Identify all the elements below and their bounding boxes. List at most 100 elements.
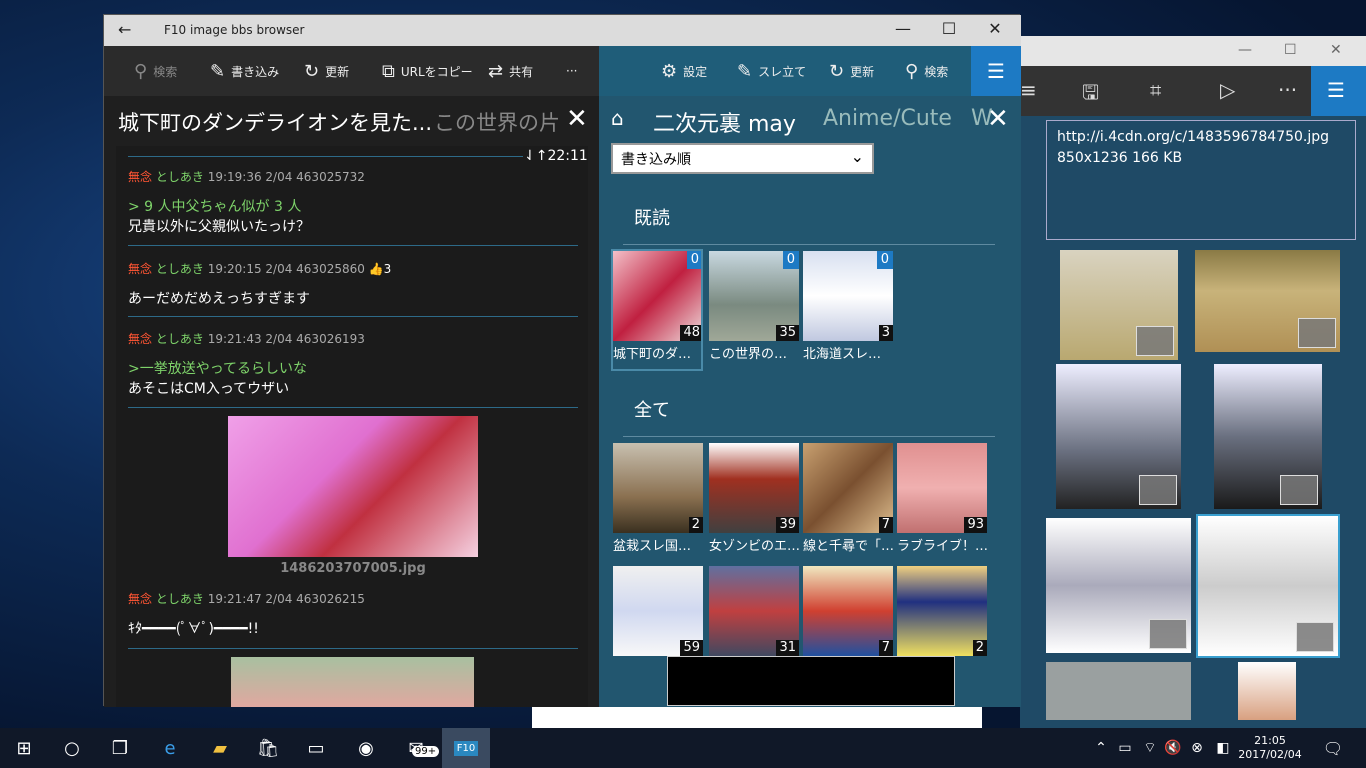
chevron-up-icon[interactable]: ⌃	[1090, 728, 1112, 768]
crop-icon[interactable]: ⌗	[1150, 78, 1161, 102]
thumbs-up-icon[interactable]: 👍	[369, 262, 384, 276]
notification-x-icon[interactable]: ⊗	[1186, 728, 1208, 768]
titlebar: ← F10 image bbs browser — ☐ ✕	[104, 15, 1021, 46]
thread-card[interactable]: 2	[613, 443, 703, 533]
f10-app-button[interactable]: F10	[442, 728, 490, 768]
post-user: としあき	[155, 332, 204, 346]
thumbnail-image[interactable]	[1060, 250, 1178, 360]
close-tab-icon[interactable]: ✕	[987, 104, 1009, 134]
post-image[interactable]	[228, 416, 478, 557]
close-icon[interactable]: ✕	[972, 19, 1018, 38]
new-thread-button[interactable]: ✎ スレ立て	[737, 46, 806, 96]
minimize-icon[interactable]: —	[880, 19, 926, 38]
viewer-menu-button[interactable]: ☰	[1311, 66, 1366, 116]
tab-second-thread[interactable]: この世界の片	[434, 107, 559, 137]
action-center-icon[interactable]: 🗨	[1316, 728, 1350, 768]
windows-start-icon[interactable]: ⊞	[0, 728, 48, 768]
thread-card[interactable]: 31	[709, 566, 799, 656]
edge-browser-icon[interactable]: e	[146, 728, 194, 768]
more-button[interactable]: ···	[566, 46, 577, 96]
volume-muted-icon[interactable]: 🔇	[1162, 728, 1184, 768]
unread-badge: 0	[782, 251, 799, 269]
ime-icon[interactable]: ◧	[1210, 728, 1236, 768]
hamburger-icon: ☰	[987, 59, 1005, 83]
task-view-icon[interactable]: ❐	[96, 728, 144, 768]
more-icon[interactable]: ···	[1278, 78, 1297, 102]
board-refresh-button[interactable]: ↻ 更新	[829, 46, 874, 96]
thread-content: ⇃↑22:11 無念 としあき 19:19:36 2/04 463025732 …	[116, 146, 588, 707]
thread-card[interactable]: 03	[803, 251, 893, 341]
thumbnail-image[interactable]	[1056, 364, 1181, 509]
cortana-icon[interactable]: ○	[48, 728, 96, 768]
thumbnail-image-selected[interactable]	[1196, 514, 1340, 658]
refresh-label: 更新	[850, 64, 875, 79]
share-icon: ⇄	[488, 60, 504, 82]
close-tab-icon[interactable]: ✕	[566, 104, 588, 134]
post-header: 無念 としあき 19:19:36 2/04 463025732	[128, 168, 578, 185]
thread-card[interactable]: 39	[709, 443, 799, 533]
share-button[interactable]: ⇄ 共有	[488, 46, 533, 96]
reply-count: 3	[878, 325, 893, 341]
tab-board-second[interactable]: Anime/Cute	[823, 106, 952, 131]
image-size-info: 850x1236 166 KB	[1057, 150, 1183, 166]
ad-banner[interactable]	[667, 656, 955, 706]
reply-count: 2	[688, 517, 703, 533]
back-arrow-icon[interactable]: ←	[118, 20, 131, 39]
post: 無念 としあき 19:21:43 2/04 463026193 >一挙放送やって…	[128, 330, 578, 399]
thread-tabs: 城下町のダンデライオンを見た... この世界の片 ✕	[104, 96, 599, 146]
thread-card[interactable]: 7	[803, 566, 893, 656]
post-user: としあき	[155, 262, 204, 276]
post-text: あそこはCM入ってウザい	[128, 381, 290, 397]
store-icon[interactable]: 🛍	[244, 728, 292, 768]
thread-card[interactable]: 59	[613, 566, 703, 656]
post-meta: 19:19:36 2/04 463025732	[207, 170, 365, 184]
viewer-content: http://i.4cdn.org/c/1483596784750.jpg 85…	[1020, 116, 1366, 728]
tab-active-thread[interactable]: 城下町のダンデライオンを見た...	[118, 107, 432, 137]
settings-button[interactable]: ⚙ 設定	[661, 46, 707, 96]
close-icon[interactable]: ✕	[1330, 42, 1342, 58]
copy-url-button[interactable]: ⧉ URLをコピー	[382, 46, 473, 96]
terminal-icon[interactable]: ▭	[292, 728, 340, 768]
post-quote: > 9 人中父ちゃん似が 3 人	[128, 199, 302, 215]
thread-card[interactable]: 7	[803, 443, 893, 533]
battery-icon[interactable]: ▭	[1114, 728, 1136, 768]
app-icon[interactable]: ◉	[342, 728, 390, 768]
minimize-icon[interactable]: —	[1238, 42, 1252, 58]
save-icon[interactable]: 🖫	[1082, 78, 1099, 112]
search-icon: ⚲	[134, 60, 148, 82]
section-read-title: 既読	[634, 208, 670, 229]
refresh-button[interactable]: ↻ 更新	[304, 46, 349, 96]
thumbnail-image[interactable]	[1046, 662, 1191, 720]
file-explorer-icon[interactable]: ▰	[196, 728, 244, 768]
post-quote: >一挙放送やってるらしいな	[128, 361, 308, 377]
play-icon[interactable]: ▷	[1220, 78, 1235, 102]
post-image[interactable]	[231, 657, 474, 707]
wifi-icon[interactable]: ⌔	[1138, 728, 1162, 768]
refresh-icon: ↻	[829, 60, 845, 82]
sort-dropdown[interactable]: 書き込み順 ⌄	[611, 143, 874, 174]
board-search-button[interactable]: ⚲ 検索	[905, 46, 948, 96]
f10-app-label: F10	[453, 740, 479, 756]
write-button[interactable]: ✎ 書き込み	[210, 46, 279, 96]
maximize-icon[interactable]: ☐	[926, 19, 972, 38]
thread-card[interactable]: 93	[897, 443, 987, 533]
thumbnail-image[interactable]	[1214, 364, 1322, 509]
thumbnail-image[interactable]	[1046, 518, 1191, 653]
thread-caption: 女ゾンビのエ…	[709, 539, 801, 554]
sort-selected: 書き込み順	[621, 152, 691, 168]
thumbnail-image[interactable]	[1238, 662, 1296, 720]
thread-card[interactable]: 0 35	[709, 251, 799, 341]
maximize-icon[interactable]: ☐	[1284, 42, 1297, 58]
tab-board-active[interactable]: 二次元裏 may	[653, 106, 796, 138]
post-image-filename[interactable]: 1486203707005.jpg	[228, 561, 478, 576]
mail-icon[interactable]: ✉99+	[392, 728, 440, 768]
thumbnail-image[interactable]	[1195, 250, 1340, 352]
image-url[interactable]: http://i.4cdn.org/c/1483596784750.jpg	[1057, 127, 1345, 148]
search-button[interactable]: ⚲ 検索	[134, 46, 177, 96]
home-icon[interactable]: ⌂	[611, 106, 624, 130]
hamburger-menu-button[interactable]: ☰	[971, 46, 1021, 96]
thread-card[interactable]: 2	[897, 566, 987, 656]
post-text: 兄貴以外に父親似いたっけ？	[128, 219, 310, 235]
list-icon[interactable]: ≡	[1020, 78, 1037, 102]
clock[interactable]: 21:05 2017/02/04	[1238, 728, 1301, 768]
